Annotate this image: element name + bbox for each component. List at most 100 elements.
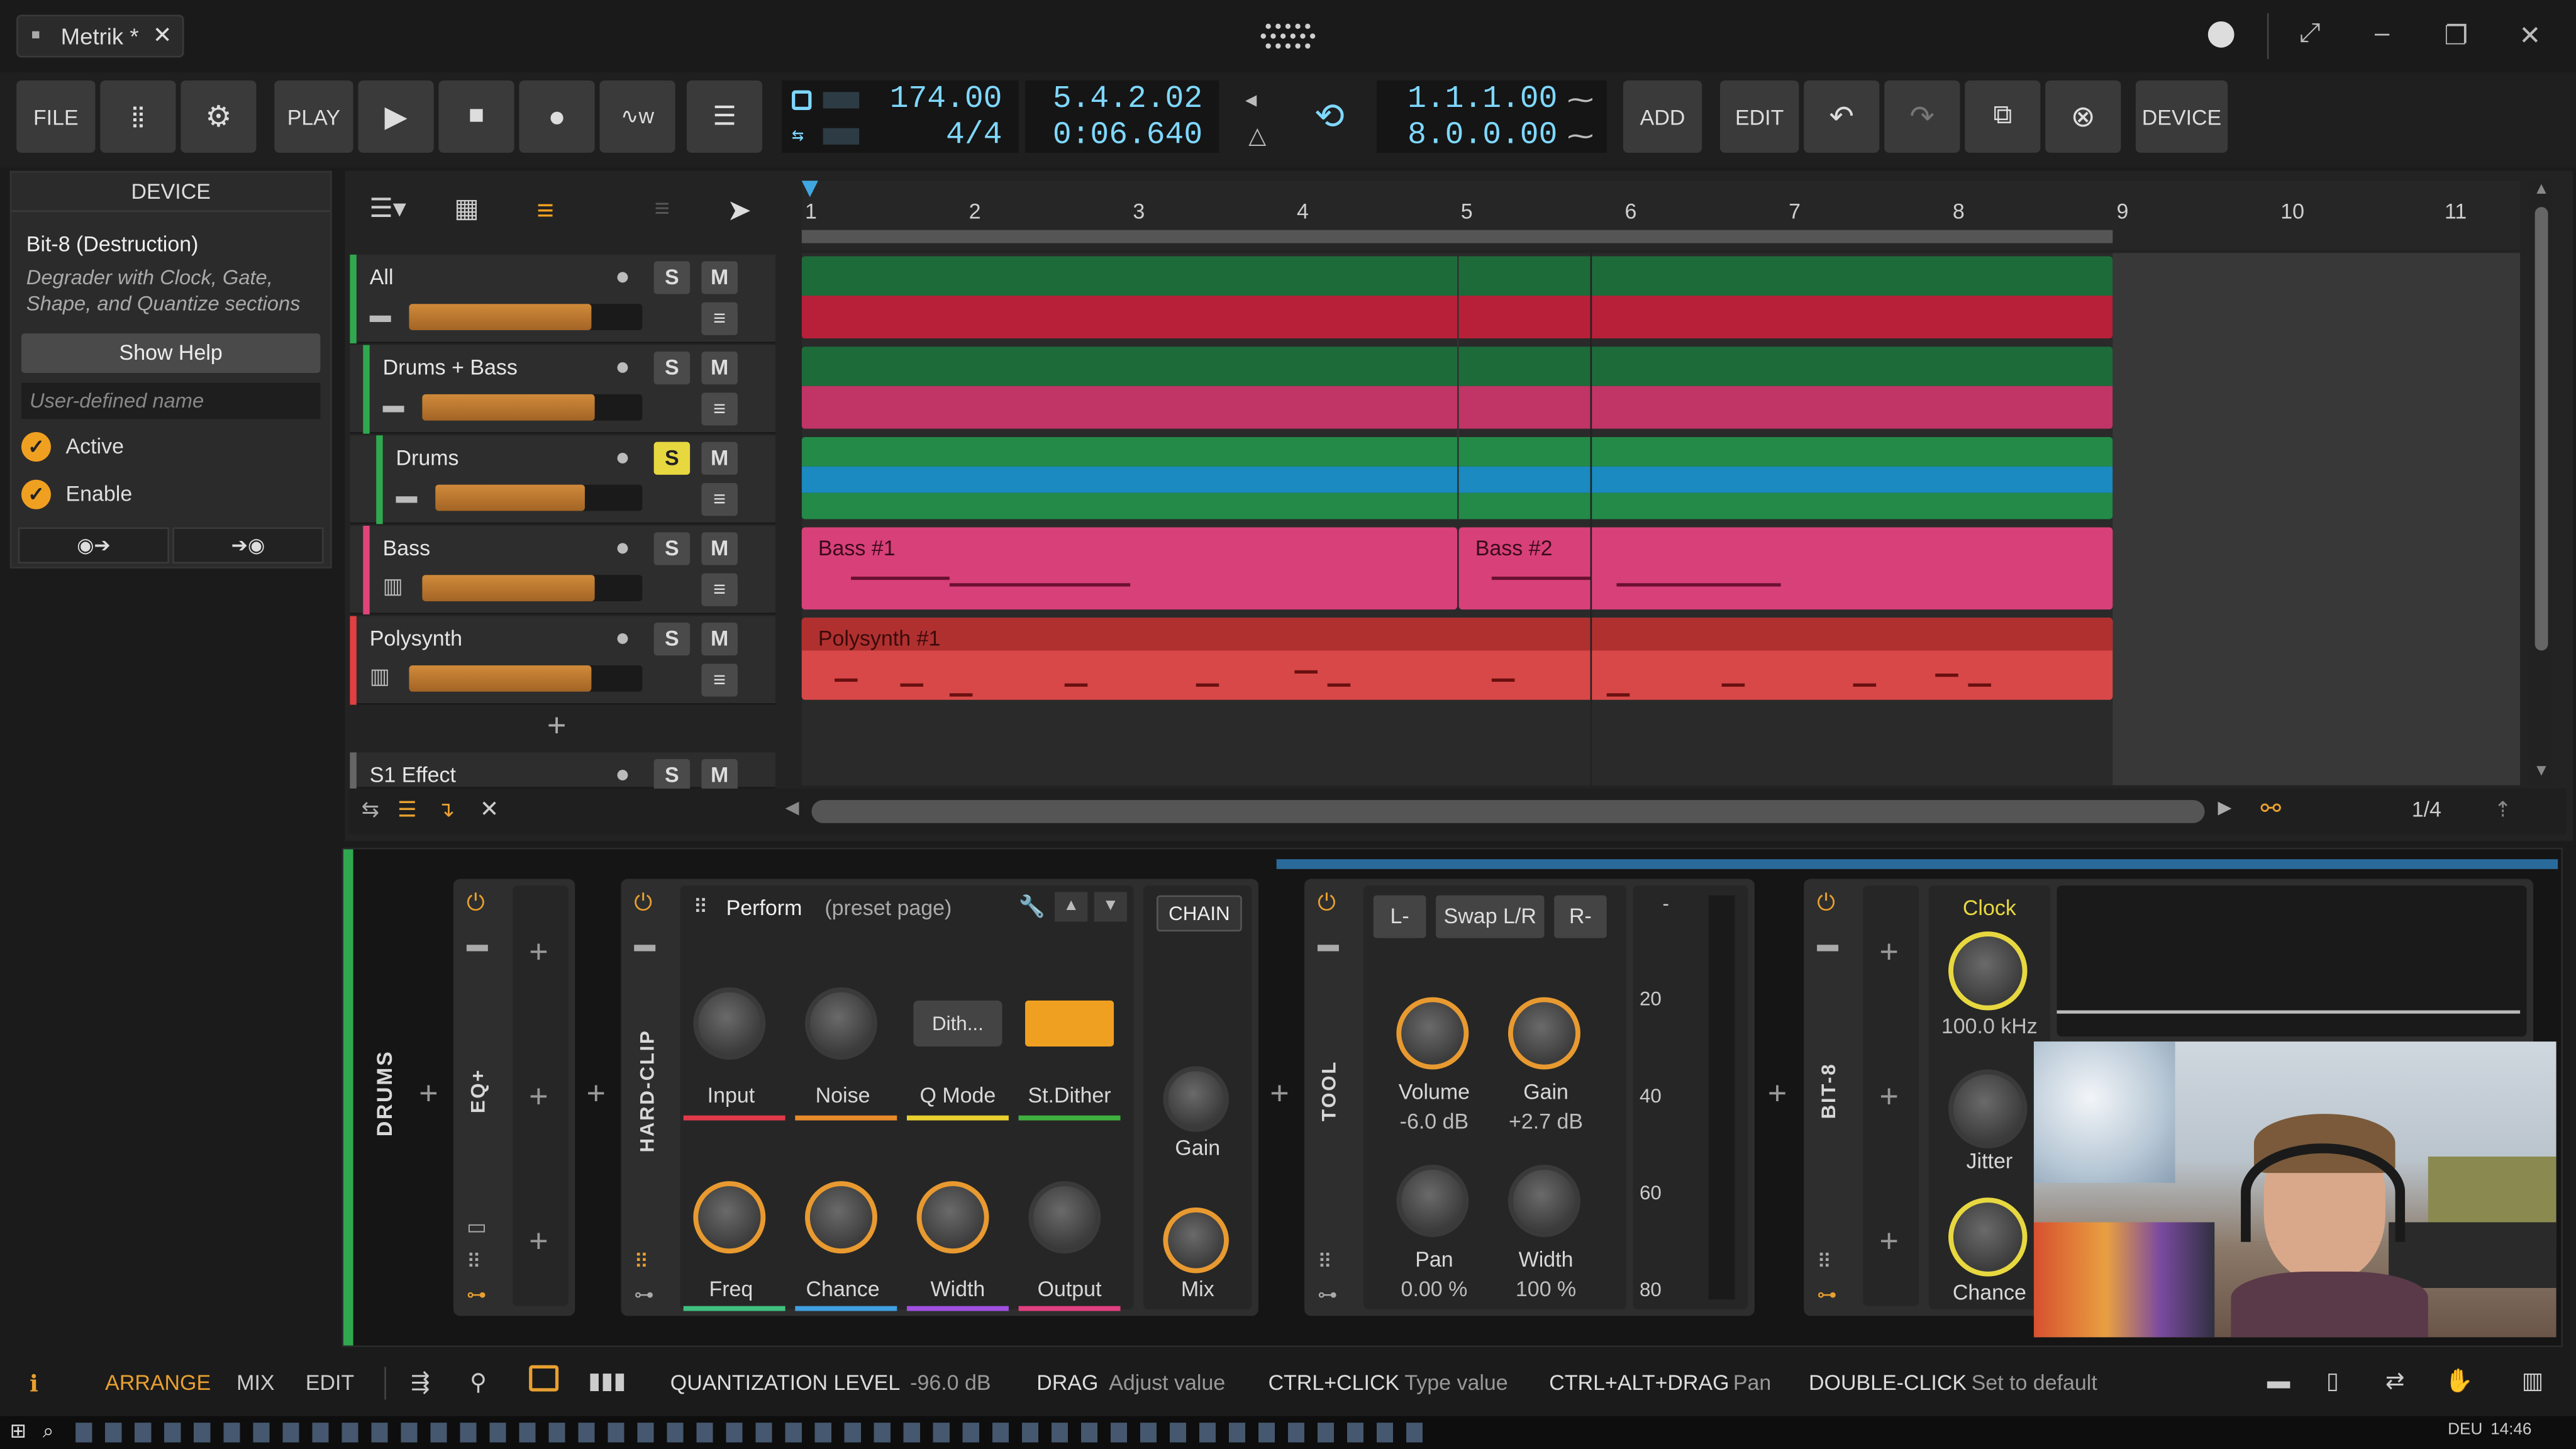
- record-arm-icon[interactable]: ●: [604, 261, 640, 294]
- tempo-value[interactable]: 174.00: [782, 80, 1018, 116]
- tempo-display[interactable]: ⇆ 174.00 4/4: [782, 80, 1019, 153]
- track-name[interactable]: Polysynth: [370, 626, 462, 650]
- close-tab-icon[interactable]: ✕: [153, 21, 172, 49]
- bass-clip-2[interactable]: Bass #2: [1458, 527, 2113, 610]
- hardclip-power-icon[interactable]: ⏻: [634, 889, 652, 916]
- record-arm-icon[interactable]: ●: [604, 532, 640, 565]
- record-arm-icon[interactable]: ●: [604, 759, 640, 792]
- hardclip-key-icon[interactable]: ⊶: [634, 1283, 653, 1306]
- add-track-icon[interactable]: +: [547, 708, 567, 746]
- add-modulator-icon[interactable]: +: [1879, 935, 1899, 972]
- scroll-right-icon[interactable]: ▶: [2218, 797, 2231, 818]
- list-icon[interactable]: ≡: [638, 180, 687, 240]
- perform-title[interactable]: Perform: [726, 896, 802, 920]
- user-defined-name-field[interactable]: User-defined name: [21, 382, 321, 419]
- record-arm-icon[interactable]: ●: [604, 352, 640, 384]
- track-size-icon[interactable]: ⇆: [362, 797, 379, 823]
- track-menu-icon[interactable]: ≡: [701, 302, 738, 335]
- copy-icon[interactable]: ⧉: [1965, 80, 2041, 153]
- hardclip-modulators-icon[interactable]: ⠿: [634, 1250, 648, 1274]
- chain-button[interactable]: CHAIN: [1156, 895, 1242, 932]
- enable-checkbox[interactable]: ✓: [21, 479, 51, 509]
- loop-region[interactable]: [801, 230, 2113, 243]
- hardclip-folder-icon[interactable]: ▬: [634, 931, 655, 956]
- mute-button[interactable]: M: [701, 758, 738, 792]
- pin-icon[interactable]: ⇡: [2494, 797, 2511, 823]
- chain-gain-knob[interactable]: [1163, 1066, 1229, 1132]
- close-window-icon[interactable]: ✕: [2514, 19, 2546, 52]
- record-icon[interactable]: ●: [519, 80, 595, 153]
- clock-chance-knob[interactable]: [1948, 1197, 2028, 1277]
- mute-button[interactable]: M: [701, 261, 738, 294]
- page-up-icon[interactable]: ▲: [1055, 892, 1088, 922]
- track-name[interactable]: Drums: [396, 445, 459, 470]
- eq-power-icon[interactable]: ⏻: [467, 889, 485, 916]
- device-button[interactable]: DEVICE: [2135, 80, 2228, 153]
- show-help-button[interactable]: Show Help: [21, 333, 321, 373]
- active-checkbox[interactable]: ✓: [21, 432, 51, 462]
- eq-modulators-icon[interactable]: ⠿: [467, 1250, 481, 1274]
- st-dither-toggle[interactable]: [1025, 1000, 1114, 1046]
- volume-fader[interactable]: [422, 575, 643, 602]
- right-invert-button[interactable]: R-: [1554, 895, 1607, 938]
- input-knob[interactable]: [693, 987, 766, 1060]
- device-panel-icon[interactable]: [529, 1365, 559, 1392]
- project-file-icon[interactable]: ▯: [2326, 1367, 2339, 1394]
- mixer-panel-icon[interactable]: ▮▮▮: [588, 1367, 626, 1394]
- polysynth-clip[interactable]: Polysynth #1: [801, 618, 2113, 700]
- track-header[interactable]: Drums ● S M ▬ ≡: [350, 435, 775, 525]
- volume-fader[interactable]: [422, 394, 643, 421]
- solo-button[interactable]: S: [653, 623, 691, 656]
- group-folder-icon[interactable]: ▬: [396, 483, 418, 508]
- solo-button[interactable]: S: [653, 352, 691, 385]
- add-eq-band-icon[interactable]: +: [529, 1224, 548, 1262]
- stop-icon[interactable]: ■: [438, 80, 514, 153]
- jitter-knob[interactable]: [1948, 1069, 2028, 1148]
- instrument-track-icon[interactable]: ▥: [383, 574, 403, 600]
- dashboard-icon[interactable]: ⣿: [100, 80, 176, 153]
- fullscreen-icon[interactable]: ⤢: [2294, 19, 2326, 49]
- record-arm-icon[interactable]: ●: [604, 442, 640, 475]
- track-name[interactable]: S1 Effect: [370, 762, 456, 787]
- position-display[interactable]: 5.4.2.02 0:06.640: [1025, 80, 1219, 153]
- info-icon[interactable]: ℹ: [30, 1370, 38, 1398]
- loop-icon[interactable]: ⟲: [1314, 96, 1345, 138]
- clip-launcher-icon[interactable]: ▦: [434, 180, 499, 240]
- wrench-icon[interactable]: 🔧: [1019, 894, 1045, 920]
- clock-knob[interactable]: [1948, 931, 2028, 1011]
- bit8-modulators-icon[interactable]: ⠿: [1817, 1250, 1831, 1274]
- solo-button[interactable]: S: [653, 532, 691, 565]
- sidechain-in-icon[interactable]: ◉➔: [18, 527, 170, 564]
- width-knob[interactable]: [916, 1181, 989, 1254]
- volume-fader[interactable]: [409, 304, 643, 331]
- track-name[interactable]: Drums + Bass: [383, 355, 518, 379]
- add-modulator-icon[interactable]: +: [1879, 1224, 1899, 1262]
- loop-display[interactable]: 1.1.1.00 8.0.0.00 ⁓ ⁓: [1377, 80, 1607, 153]
- freq-knob[interactable]: [693, 1181, 766, 1254]
- tempo-nudge-icon[interactable]: ⇆: [792, 123, 804, 148]
- chance-knob[interactable]: [804, 1181, 877, 1254]
- zoom-to-fit-icon[interactable]: ⚯: [2260, 794, 2281, 823]
- pointer-tool-icon[interactable]: ➤: [709, 180, 769, 240]
- play-icon[interactable]: ▶: [358, 80, 434, 153]
- width-knob[interactable]: [1507, 1165, 1580, 1237]
- show-lanes-icon[interactable]: ☰: [397, 797, 416, 823]
- mute-button[interactable]: M: [701, 532, 738, 565]
- close-panel-icon[interactable]: ✕: [480, 795, 499, 823]
- mute-button[interactable]: M: [701, 441, 738, 475]
- track-name[interactable]: All: [370, 265, 394, 289]
- metronome-icon[interactable]: ◂: [1245, 86, 1257, 113]
- arranger-timeline-icon[interactable]: ≡: [513, 180, 578, 240]
- vertical-scrollbar[interactable]: [2534, 207, 2548, 651]
- tool-key-icon[interactable]: ⊶: [1318, 1283, 1337, 1306]
- delete-icon[interactable]: ⊗: [2045, 80, 2121, 153]
- browser-folder-icon[interactable]: ▬: [2267, 1367, 2290, 1393]
- solo-button[interactable]: S: [653, 758, 691, 792]
- undo-icon[interactable]: ↶: [1804, 80, 1880, 153]
- settings-gear-icon[interactable]: ⚙: [180, 80, 257, 153]
- group-folder-icon[interactable]: ▬: [383, 392, 404, 417]
- automation-write-icon[interactable]: ∿w: [599, 80, 675, 153]
- track-menu-icon[interactable]: ≡: [701, 392, 738, 426]
- track-menu-icon[interactable]: ≡: [701, 663, 738, 697]
- tap-tempo-icon[interactable]: [792, 90, 812, 111]
